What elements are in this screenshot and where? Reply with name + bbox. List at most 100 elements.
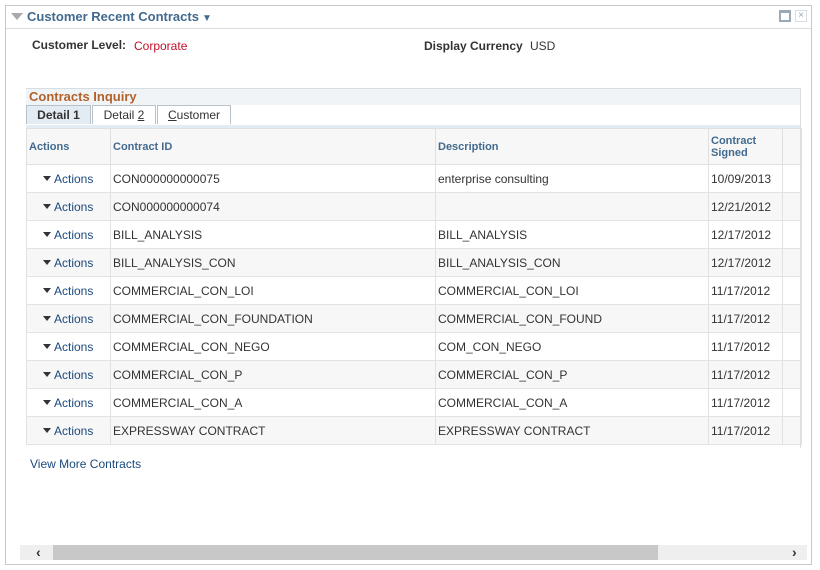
view-more-contracts-link[interactable]: View More Contracts xyxy=(30,457,141,471)
row-actions-menu[interactable]: Actions xyxy=(29,312,93,326)
actions-label: Actions xyxy=(54,227,94,242)
column-header-contract-id[interactable]: Contract ID xyxy=(110,128,436,165)
contract-signed-cell: 11/17/2012 xyxy=(708,360,783,389)
tab-label-accesskey: C xyxy=(167,108,177,122)
close-icon[interactable]: × xyxy=(795,10,807,22)
dropdown-triangle-icon xyxy=(43,343,51,349)
description-cell: COMMERCIAL_CON_A xyxy=(435,388,709,417)
column-header-filler xyxy=(782,128,802,165)
actions-cell: Actions xyxy=(26,192,111,221)
description-cell: BILL_ANALYSIS_CON xyxy=(435,248,709,277)
contract-id-cell: BILL_ANALYSIS_CON xyxy=(110,248,436,277)
row-actions-menu[interactable]: Actions xyxy=(29,284,93,298)
filler-cell xyxy=(782,192,802,221)
customer-recent-contracts-pagelet: Customer Recent Contracts ▼ × Customer Le… xyxy=(5,5,812,565)
contract-id-cell: COMMERCIAL_CON_NEGO xyxy=(110,332,436,361)
contract-id-cell: COMMERCIAL_CON_LOI xyxy=(110,276,436,305)
horizontal-scrollbar[interactable]: ‹ › xyxy=(20,544,807,560)
description-cell: EXPRESSWAY CONTRACT xyxy=(435,416,709,445)
row-actions-menu[interactable]: Actions xyxy=(29,424,93,438)
dropdown-triangle-icon xyxy=(43,315,51,321)
filler-cell xyxy=(782,360,802,389)
row-actions-menu[interactable]: Actions xyxy=(29,368,93,382)
contracts-table: Actions Contract ID Description Contract… xyxy=(26,128,802,445)
collapse-triangle-icon[interactable] xyxy=(11,13,23,20)
dropdown-triangle-icon xyxy=(43,203,51,209)
table-row: Actions COMMERCIAL_CON_A COMMERCIAL_CON_A 1… xyxy=(26,388,802,417)
actions-cell: Actions xyxy=(26,388,111,417)
filler-cell xyxy=(782,164,802,193)
contract-signed-cell: 10/09/2013 xyxy=(708,164,783,193)
grid-right-border xyxy=(800,88,801,448)
contract-id-cell: CON000000000074 xyxy=(110,192,436,221)
table-row: Actions COMMERCIAL_CON_FOUNDATION COMMERCI… xyxy=(26,304,802,333)
table-row: Actions EXPRESSWAY CONTRACT EXPRESSWAY CON… xyxy=(26,416,802,445)
pagelet-title-menu[interactable]: Customer Recent Contracts ▼ xyxy=(27,9,212,24)
description-cell: COMMERCIAL_CON_FOUND xyxy=(435,304,709,333)
contract-id-cell: COMMERCIAL_CON_P xyxy=(110,360,436,389)
dropdown-triangle-icon xyxy=(43,287,51,293)
description-cell: COMMERCIAL_CON_LOI xyxy=(435,276,709,305)
row-actions-menu[interactable]: Actions xyxy=(29,200,93,214)
filler-cell xyxy=(782,388,802,417)
contract-id-cell: CON000000000075 xyxy=(110,164,436,193)
customer-level-value: Corporate xyxy=(134,39,188,53)
contract-signed-cell: 12/21/2012 xyxy=(708,192,783,221)
tab-label: Detail xyxy=(103,108,138,122)
row-actions-menu[interactable]: Actions xyxy=(29,172,93,186)
actions-cell: Actions xyxy=(26,164,111,193)
contract-signed-cell: 11/17/2012 xyxy=(708,332,783,361)
contract-id-cell: EXPRESSWAY CONTRACT xyxy=(110,416,436,445)
actions-cell: Actions xyxy=(26,304,111,333)
tab-label-accesskey: 2 xyxy=(137,108,145,122)
scroll-right-arrow-icon[interactable]: › xyxy=(792,544,797,560)
actions-label: Actions xyxy=(54,423,94,438)
contract-signed-cell: 12/17/2012 xyxy=(708,220,783,249)
title-caret-icon: ▼ xyxy=(201,13,212,24)
tab-detail-2[interactable]: Detail 2 xyxy=(92,105,156,124)
contract-signed-cell: 12/17/2012 xyxy=(708,248,783,277)
filler-cell xyxy=(782,220,802,249)
scroll-left-arrow-icon[interactable]: ‹ xyxy=(36,544,41,560)
contracts-inquiry-grid: Contracts Inquiry Detail 1 Detail 2 Cust… xyxy=(26,88,802,445)
row-actions-menu[interactable]: Actions xyxy=(29,256,93,270)
table-row: Actions CON000000000075 enterprise consult… xyxy=(26,164,802,193)
actions-label: Actions xyxy=(54,199,94,214)
description-cell: BILL_ANALYSIS xyxy=(435,220,709,249)
tab-customer[interactable]: Customer xyxy=(157,105,231,124)
actions-label: Actions xyxy=(54,255,94,270)
description-cell: COMMERCIAL_CON_P xyxy=(435,360,709,389)
actions-label: Actions xyxy=(54,311,94,326)
dropdown-triangle-icon xyxy=(43,231,51,237)
filler-cell xyxy=(782,416,802,445)
actions-label: Actions xyxy=(54,395,94,410)
pagelet-title: Customer Recent Contracts xyxy=(27,9,199,24)
table-row: Actions BILL_ANALYSIS BILL_ANALYSIS 12/17/2… xyxy=(26,220,802,249)
table-row: Actions CON000000000074 12/21/2012 xyxy=(26,192,802,221)
dropdown-triangle-icon xyxy=(43,259,51,265)
actions-label: Actions xyxy=(54,283,94,298)
table-row: Actions COMMERCIAL_CON_LOI COMMERCIAL_CON_… xyxy=(26,276,802,305)
pagelet-titlebar: Customer Recent Contracts ▼ × xyxy=(6,6,811,29)
contract-signed-cell: 11/17/2012 xyxy=(708,304,783,333)
contract-id-cell: BILL_ANALYSIS xyxy=(110,220,436,249)
description-cell xyxy=(435,192,709,221)
dropdown-triangle-icon xyxy=(43,371,51,377)
actions-cell: Actions xyxy=(26,332,111,361)
contract-signed-cell: 11/17/2012 xyxy=(708,276,783,305)
column-header-description[interactable]: Description xyxy=(435,128,709,165)
dropdown-triangle-icon xyxy=(43,427,51,433)
row-actions-menu[interactable]: Actions xyxy=(29,340,93,354)
tab-detail-1[interactable]: Detail 1 xyxy=(26,105,91,124)
actions-cell: Actions xyxy=(26,276,111,305)
row-actions-menu[interactable]: Actions xyxy=(29,396,93,410)
tab-label: Detail 1 xyxy=(37,108,80,122)
filler-cell xyxy=(782,304,802,333)
maximize-icon[interactable] xyxy=(779,10,791,22)
actions-cell: Actions xyxy=(26,220,111,249)
contract-signed-cell: 11/17/2012 xyxy=(708,416,783,445)
row-actions-menu[interactable]: Actions xyxy=(29,228,93,242)
scrollbar-thumb[interactable] xyxy=(53,545,658,560)
column-header-contract-signed[interactable]: Contract Signed xyxy=(708,128,783,165)
table-row: Actions COMMERCIAL_CON_NEGO COM_CON_NEGO 11… xyxy=(26,332,802,361)
